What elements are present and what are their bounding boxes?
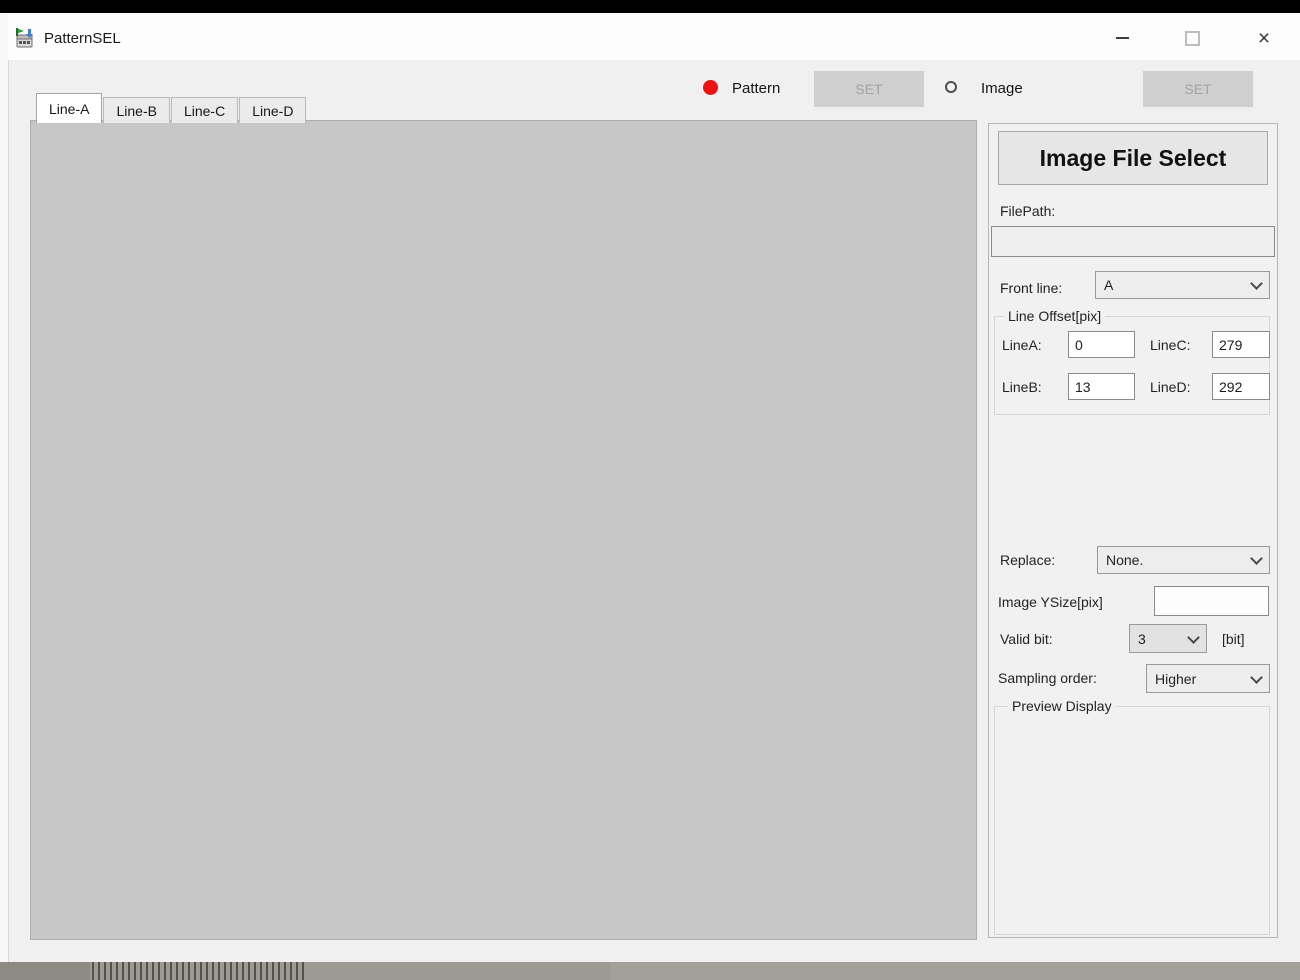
- app-icon: [14, 27, 36, 49]
- preview-display-label: Preview Display: [1008, 698, 1116, 714]
- screen: PatternSEL × Pattern SET Image SET Line-…: [0, 0, 1300, 980]
- linec-input[interactable]: [1212, 331, 1270, 358]
- tab-line-d[interactable]: Line-D: [239, 97, 306, 123]
- image-file-select-button[interactable]: Image File Select: [998, 131, 1268, 185]
- chevron-down-icon: [1250, 671, 1263, 684]
- tab-line-a[interactable]: Line-A: [36, 93, 102, 123]
- valid-bit-unit: [bit]: [1222, 631, 1245, 647]
- sampling-order-select[interactable]: Higher: [1146, 664, 1270, 693]
- lineb-label: LineB:: [1002, 379, 1042, 395]
- replace-value: None.: [1106, 552, 1143, 568]
- tab-line-b[interactable]: Line-B: [103, 97, 169, 123]
- filepath-input[interactable]: [991, 226, 1275, 257]
- sampling-order-value: Higher: [1155, 671, 1196, 687]
- valid-bit-value: 3: [1138, 631, 1146, 647]
- pattern-radio-label: Pattern: [732, 80, 780, 97]
- lined-label: LineD:: [1150, 379, 1190, 395]
- image-set-button[interactable]: SET: [1143, 71, 1253, 107]
- chevron-down-icon: [1250, 277, 1263, 290]
- maximize-icon: [1185, 31, 1200, 46]
- preview-display-group: [994, 706, 1270, 935]
- front-line-label: Front line:: [1000, 280, 1062, 296]
- pattern-radio[interactable]: [703, 80, 718, 95]
- replace-select[interactable]: None.: [1097, 546, 1270, 574]
- pattern-set-button[interactable]: SET: [814, 71, 924, 107]
- linec-label: LineC:: [1150, 337, 1190, 353]
- minimize-icon: [1116, 37, 1129, 39]
- minimize-button[interactable]: [1099, 22, 1145, 54]
- close-icon: ×: [1258, 28, 1270, 49]
- front-line-select[interactable]: A: [1095, 271, 1270, 299]
- maximize-button[interactable]: [1169, 22, 1215, 54]
- linea-input[interactable]: [1068, 331, 1135, 358]
- image-radio-label: Image: [981, 80, 1023, 97]
- taskbar-left-segment: [0, 962, 90, 980]
- valid-bit-label: Valid bit:: [1000, 631, 1053, 647]
- ysize-label: Image YSize[pix]: [998, 594, 1103, 610]
- front-line-value: A: [1104, 277, 1113, 293]
- chevron-down-icon: [1250, 552, 1263, 565]
- valid-bit-select[interactable]: 3: [1129, 624, 1207, 653]
- pattern-tab-page: [30, 120, 977, 940]
- close-button[interactable]: ×: [1241, 22, 1287, 54]
- filepath-label: FilePath:: [1000, 203, 1055, 219]
- chevron-down-icon: [1187, 631, 1200, 644]
- lineb-input[interactable]: [1068, 373, 1135, 400]
- lined-input[interactable]: [1212, 373, 1270, 400]
- background-top-bar: [0, 0, 1300, 13]
- tab-bar: Line-A Line-B Line-C Line-D: [36, 93, 307, 123]
- window-title: PatternSEL: [44, 30, 121, 47]
- image-radio[interactable]: [945, 81, 957, 93]
- linea-label: LineA:: [1002, 337, 1042, 353]
- line-offset-group-label: Line Offset[pix]: [1004, 308, 1105, 324]
- taskbar-right-segment: [610, 962, 1300, 980]
- ysize-input[interactable]: [1154, 586, 1269, 616]
- tab-line-c[interactable]: Line-C: [171, 97, 238, 123]
- taskbar-lines: [92, 962, 304, 980]
- sampling-order-label: Sampling order:: [998, 670, 1097, 686]
- replace-label: Replace:: [1000, 552, 1055, 568]
